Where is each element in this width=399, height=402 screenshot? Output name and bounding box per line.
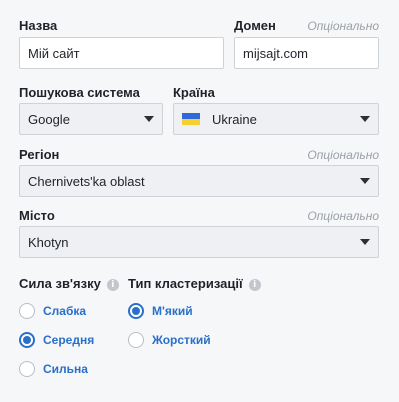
radio-label: Слабка xyxy=(43,304,87,318)
country-value: Ukraine xyxy=(212,111,257,127)
link-strength-title: Сила зв'язку i xyxy=(19,276,119,291)
region-optional-hint: Опціонально xyxy=(307,148,379,162)
region-select[interactable]: Chernivets'ka oblast xyxy=(19,165,379,197)
country-select[interactable]: Ukraine xyxy=(173,103,379,135)
region-value: Chernivets'ka oblast xyxy=(28,173,145,189)
chevron-down-icon xyxy=(360,178,370,184)
radio-circle xyxy=(19,303,35,319)
domain-input[interactable]: mijsajt.com xyxy=(234,37,379,69)
chevron-down-icon xyxy=(144,116,154,122)
radio-label: Сильна xyxy=(43,362,88,376)
city-label: Місто xyxy=(19,208,55,223)
radio-link-strength-strong[interactable]: Сильна xyxy=(19,361,88,377)
radio-label: М'який xyxy=(152,304,193,318)
region-label: Регіон xyxy=(19,147,60,162)
radio-label: Жорсткий xyxy=(152,333,211,347)
ukraine-flag-icon xyxy=(182,113,200,125)
radio-circle xyxy=(128,332,144,348)
search-engine-select[interactable]: Google xyxy=(19,103,163,135)
radio-link-strength-medium[interactable]: Середня xyxy=(19,332,94,348)
clustering-type-label: Тип кластеризації xyxy=(128,276,243,291)
chevron-down-icon xyxy=(360,116,370,122)
radio-circle xyxy=(19,361,35,377)
search-engine-value: Google xyxy=(28,111,70,127)
info-icon[interactable]: i xyxy=(248,278,261,291)
search-engine-label: Пошукова система xyxy=(19,85,140,100)
name-label: Назва xyxy=(19,18,58,33)
domain-input-value: mijsajt.com xyxy=(243,45,309,61)
city-optional-hint: Опціонально xyxy=(307,209,379,223)
radio-circle-checked xyxy=(19,332,35,348)
radio-clustering-soft[interactable]: М'який xyxy=(128,303,193,319)
radio-link-strength-weak[interactable]: Слабка xyxy=(19,303,86,319)
name-input[interactable]: Мій сайт xyxy=(19,37,224,69)
clustering-type-title: Тип кластеризації i xyxy=(128,276,261,291)
city-value: Khotyn xyxy=(28,234,69,250)
info-icon[interactable]: i xyxy=(106,278,119,291)
country-value-wrapper: Ukraine xyxy=(182,112,257,127)
city-select[interactable]: Khotyn xyxy=(19,226,379,258)
radio-circle-checked xyxy=(128,303,144,319)
country-label: Країна xyxy=(173,85,215,100)
link-strength-label: Сила зв'язку xyxy=(19,276,101,291)
domain-optional-hint: Опціонально xyxy=(307,19,379,33)
chevron-down-icon xyxy=(360,239,370,245)
name-input-value: Мій сайт xyxy=(28,45,80,61)
domain-label: Домен xyxy=(234,18,276,33)
radio-label: Середня xyxy=(43,333,95,347)
radio-clustering-hard[interactable]: Жорсткий xyxy=(128,332,211,348)
